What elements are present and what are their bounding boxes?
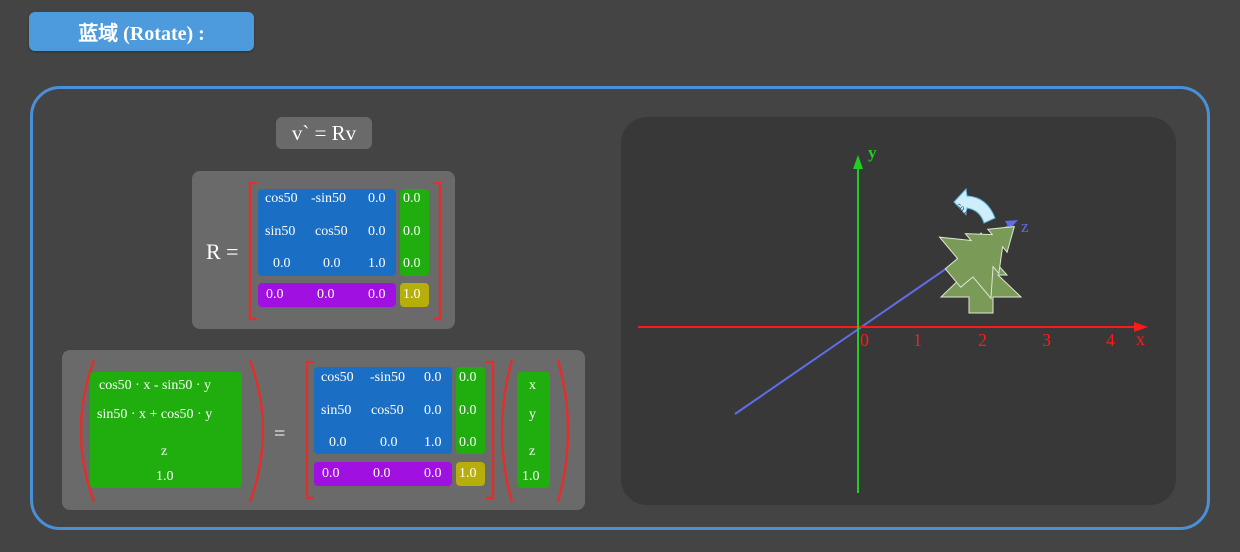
matrix-cell: 0.0 [329,435,347,450]
axes-diagram [638,155,1148,493]
x-tick-label: 3 [1042,330,1051,350]
matrix-cell: 0.0 [273,256,291,271]
result-vector-entry: 1.0 [156,469,174,484]
result-vector-entry: z [161,444,168,459]
section-title-tab: 蓝域 (Rotate) : [29,12,254,51]
result-vector-entry: sin50 · x + cos50 · y [97,407,213,422]
matrix-cell: 0.0 [403,256,421,271]
matrix-cell: 0.0 [424,466,442,481]
matrix-cell: 0.0 [459,435,477,450]
matrix-cell: 0.0 [403,191,421,206]
matrix-cell: 0.0 [323,256,341,271]
matrix-cell: 0.0 [322,466,340,481]
matrix-cell: 0.0 [373,466,391,481]
matrix-cell: -sin50 [311,191,346,206]
matrix-cell: sin50 [321,403,352,418]
y-axis-arrow [853,155,863,169]
equation-label: v` = Rv [276,117,372,149]
z-axis-label: z [1021,217,1029,236]
x-tick-label: 2 [978,330,987,350]
y-axis-label: y [868,143,877,162]
input-vector-entry: y [529,407,536,422]
matrix-cell: cos50 [315,224,348,239]
result-vector-entry: cos50 · x - sin50 · y [99,378,211,393]
matrix-cell: 0.0 [459,370,477,385]
matrix-cell: 0.0 [368,287,386,302]
matrix-cell: 1.0 [403,287,421,302]
matrix-cell: 0.0 [368,224,386,239]
rotation-diagram-canvas: y z x 0 1 2 3 4 50 度 [621,117,1176,505]
multiplication-panel: cos50 · x - sin50 · y sin50 · x + cos50 … [62,350,585,510]
matrix-cell: sin50 [265,224,296,239]
matrix-cell: 0.0 [317,287,335,302]
x-axis-label: x [1136,329,1145,349]
matrix-cell: 1.0 [424,435,442,450]
x-tick-label: 0 [860,330,869,350]
matrix-cell: 0.0 [403,224,421,239]
matrix-cell: cos50 [371,403,404,418]
matrix-cell: 1.0 [459,466,477,481]
r-equals-label: R = [206,239,239,264]
matrix-cell: 1.0 [368,256,386,271]
matrix-cell: 0.0 [266,287,284,302]
matrix-cell: cos50 [321,370,354,385]
matrix-cell: -sin50 [370,370,405,385]
x-tick-label: 1 [913,330,922,350]
input-vector-entry: 1.0 [522,469,540,484]
x-tick-label: 4 [1106,330,1115,350]
matrix-cell: 0.0 [459,403,477,418]
input-vector-entry: z [529,444,536,459]
matrix-cell: 0.0 [380,435,398,450]
matrix-cell: cos50 [265,191,298,206]
matrix-cell: 0.0 [424,370,442,385]
rotation-matrix-panel: R = cos50 -sin50 0.0 0.0 sin50 cos50 0.0… [192,171,455,329]
input-vector-entry: x [529,378,536,393]
matrix-cell: 0.0 [424,403,442,418]
matrix-cell: 0.0 [368,191,386,206]
equals-sign: = [274,423,286,445]
